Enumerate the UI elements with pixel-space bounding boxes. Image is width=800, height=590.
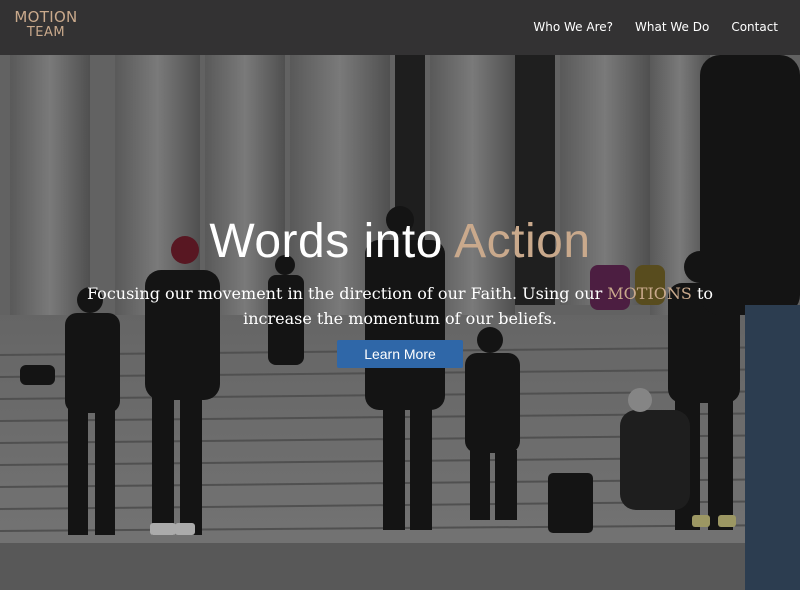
hero-title: Words into Action xyxy=(0,213,800,271)
nav-link-who-we-are[interactable]: Who We Are? xyxy=(533,20,613,34)
navbar: MOTION TEAM Who We Are? What We Do Conta… xyxy=(0,0,800,55)
learn-more-button[interactable]: Learn More xyxy=(337,339,463,368)
hero-content: Words into Action Focusing our movement … xyxy=(0,213,800,368)
nav-link-contact[interactable]: Contact xyxy=(731,20,778,34)
hero-subtitle-part1: Focusing our movement in the direction o… xyxy=(86,283,608,303)
hero-section: Words into Action Focusing our movement … xyxy=(0,55,800,590)
hero-subtitle: Focusing our movement in the direction o… xyxy=(70,281,730,332)
hero-title-accent: Action xyxy=(454,215,591,268)
nav-link-what-we-do[interactable]: What We Do xyxy=(635,20,709,34)
nav-links: Who We Are? What We Do Contact xyxy=(533,20,778,34)
brand-logo[interactable]: MOTION TEAM xyxy=(10,8,82,41)
hero-title-main: Words into xyxy=(209,215,455,268)
brand-line1: MOTION xyxy=(14,8,78,26)
hero-subtitle-accent: MOTIONS xyxy=(607,283,692,303)
brand-line2: TEAM xyxy=(26,25,66,41)
